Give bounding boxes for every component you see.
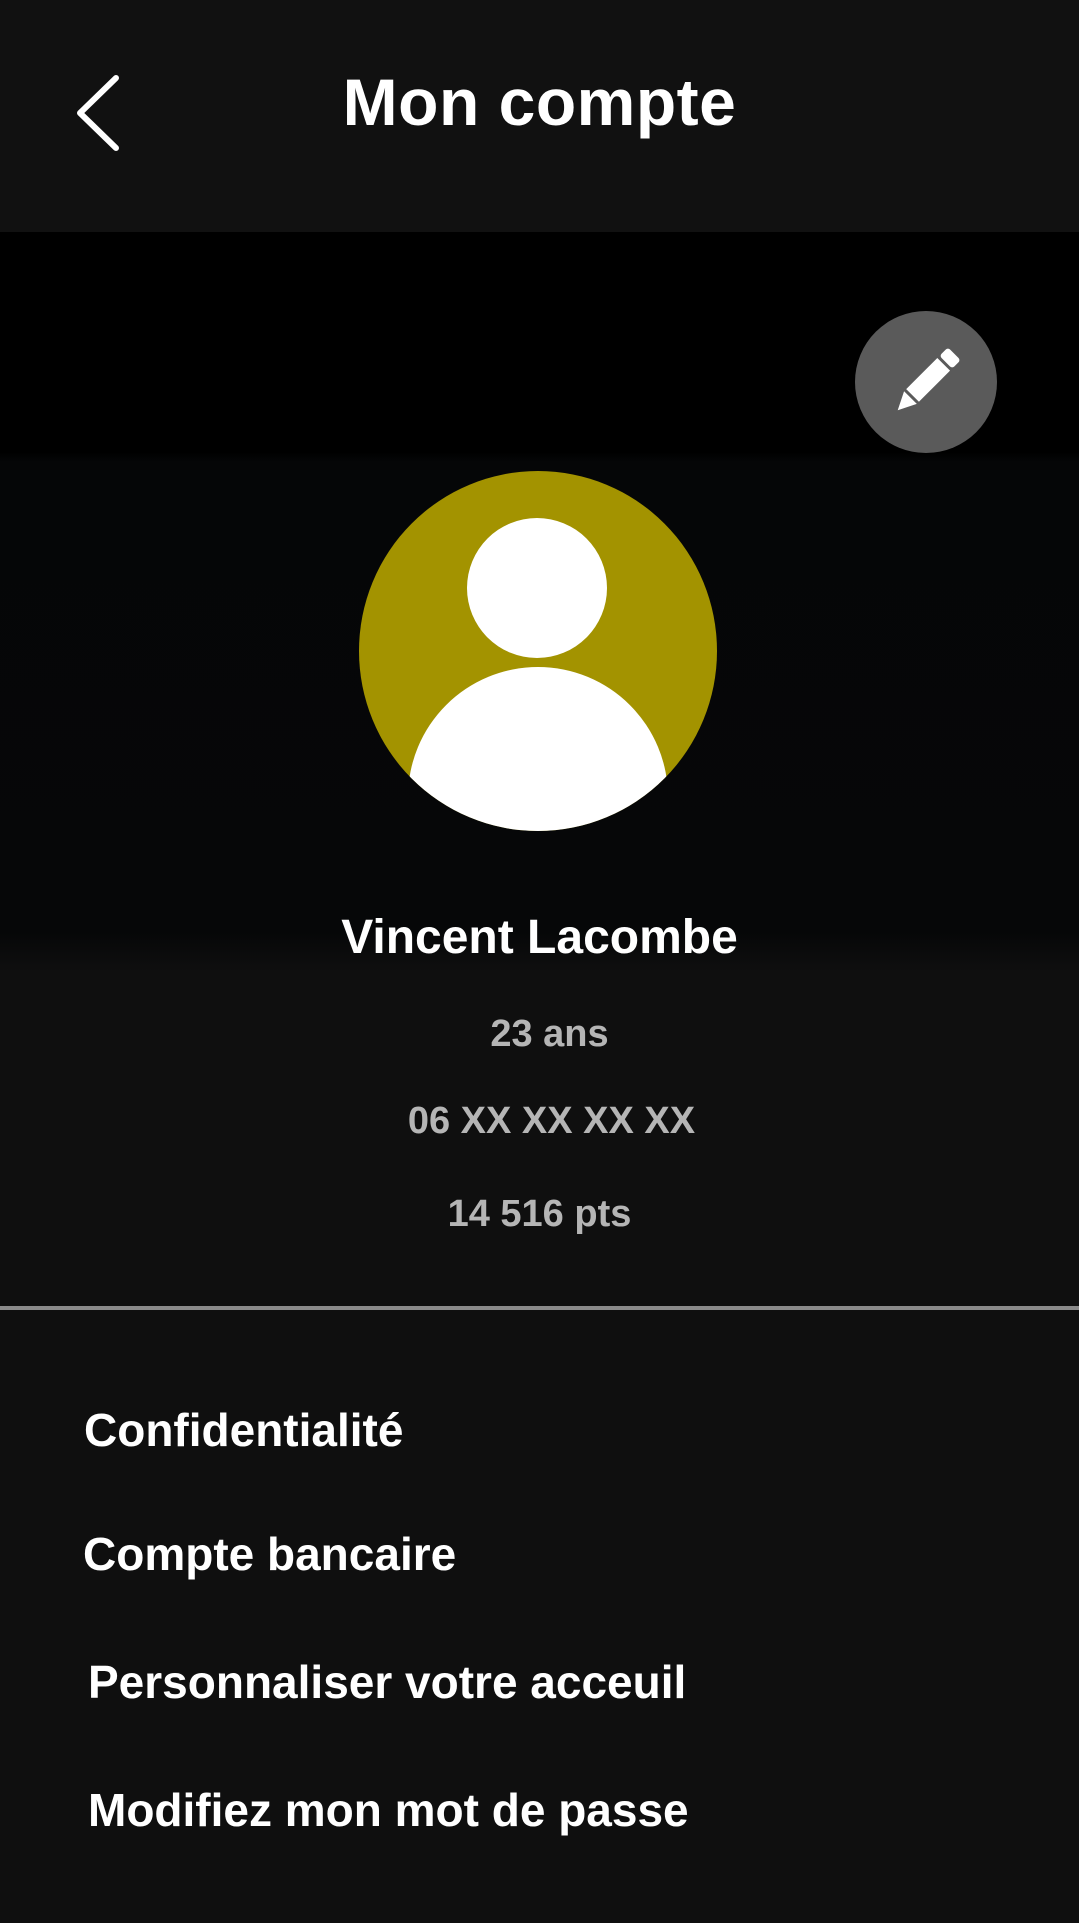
profile-phone: 06 XX XX XX XX (407, 1100, 696, 1142)
section-divider (0, 1306, 1079, 1310)
avatar-head (467, 518, 607, 658)
profile-age: 23 ans (490, 1013, 609, 1055)
menu-item-personnaliser-accueil[interactable]: Personnaliser votre acceuil (88, 1655, 1008, 1709)
page-title: Mon compte (342, 65, 737, 139)
user-avatar-icon (359, 471, 717, 831)
profile-points: 14 516 pts (447, 1193, 632, 1235)
menu-item-confidentialite[interactable]: Confidentialité (84, 1403, 1004, 1457)
profile-name: Vincent Lacombe (341, 911, 738, 964)
avatar-body (408, 667, 668, 831)
edit-profile-button[interactable] (855, 311, 997, 453)
pencil-icon (897, 348, 960, 411)
menu-item-compte-bancaire[interactable]: Compte bancaire (83, 1527, 1003, 1581)
menu-item-modifier-mot-de-passe[interactable]: Modifiez mon mot de passe (88, 1783, 1008, 1837)
app-header: Mon compte (0, 0, 1079, 232)
